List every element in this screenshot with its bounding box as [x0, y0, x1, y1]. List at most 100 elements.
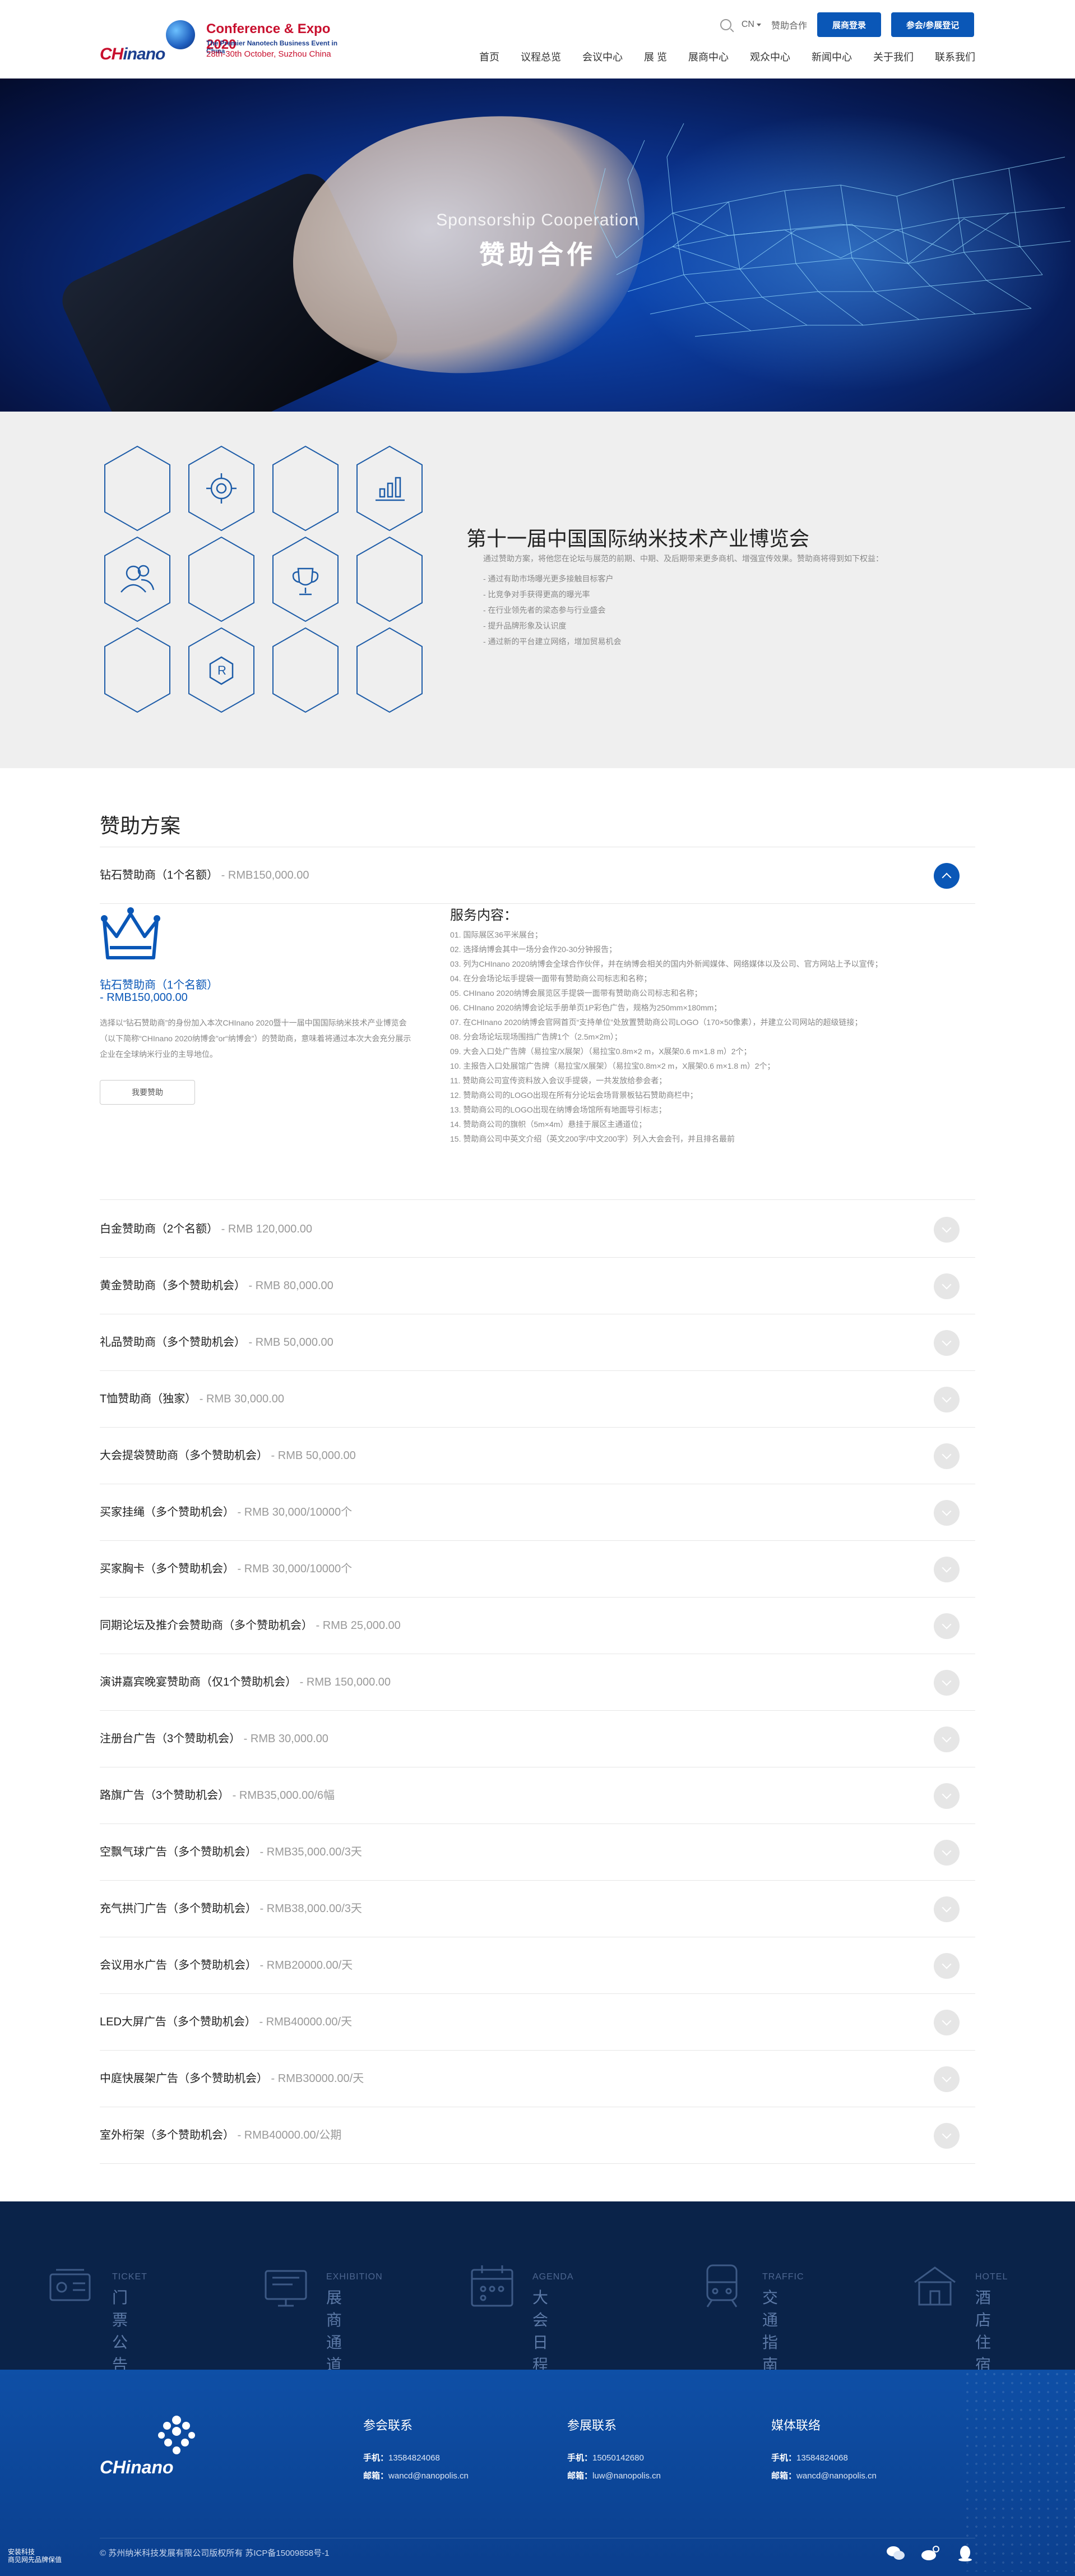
- sponsor-price: RMB40000.00/公期: [244, 2129, 342, 2141]
- expand-button[interactable]: [934, 1387, 960, 1412]
- expand-button[interactable]: [934, 2010, 960, 2035]
- email-link[interactable]: wancd@nanopolis.cn: [796, 2471, 877, 2481]
- expand-button[interactable]: [934, 1840, 960, 1866]
- expand-button[interactable]: [934, 1500, 960, 1526]
- chevron-down-icon: [942, 1506, 952, 1516]
- chevron-up-icon: [942, 872, 952, 883]
- wechat-icon[interactable]: [886, 2545, 906, 2561]
- email-link[interactable]: wancd@nanopolis.cn: [388, 2471, 469, 2481]
- nav-agenda[interactable]: 议程总览: [510, 47, 572, 67]
- footer-wordmark: CHinano: [100, 2457, 174, 2477]
- service-item: 13. 赞助商公司的LOGO出现在纳博会场馆所有地面导引标志；: [450, 1105, 666, 1114]
- trust-badge[interactable]: 安装科技 商见网先品牌保值: [8, 2548, 62, 2564]
- sponsor-row[interactable]: LED大屏广告（多个赞助机会） - RMB40000.00/天: [100, 1994, 975, 2051]
- service-item: 07. 在CHInano 2020纳博会官网首页“支持单位”处放置赞助商公司LO…: [450, 1018, 863, 1027]
- nav-home[interactable]: 首页: [469, 47, 510, 67]
- expand-button[interactable]: [934, 1783, 960, 1809]
- weibo-icon[interactable]: [920, 2545, 940, 2561]
- sponsor-row-diamond[interactable]: 钻石赞助商（1个名额） - RMB150,000.00: [100, 847, 975, 904]
- service-item: 03. 列为CHInano 2020纳博会全球合作伙伴，并在纳博会相关的国内外新…: [450, 959, 883, 968]
- email-link[interactable]: luw@nanopolis.cn: [592, 2471, 661, 2481]
- sponsor-price: RMB35,000.00/6幅: [239, 1789, 335, 1802]
- sponsor-row[interactable]: 充气拱门广告（多个赞助机会） - RMB38,000.00/3天: [100, 1881, 975, 1937]
- sponsor-price: RMB30000.00/天: [277, 2072, 364, 2085]
- sponsor-row[interactable]: 买家胸卡（多个赞助机会） - RMB 30,000/10000个: [100, 1541, 975, 1598]
- sponsor-name: 黄金赞助商（多个赞助机会）: [100, 1280, 245, 1292]
- sponsor-link[interactable]: 赞助合作: [771, 18, 807, 31]
- apply-sponsor-button[interactable]: 我要赞助: [100, 1080, 195, 1105]
- sponsor-price: RMB 150,000.00: [306, 1676, 391, 1688]
- sponsor-row[interactable]: T恤赞助商（独家） - RMB 30,000.00: [100, 1371, 975, 1428]
- services-title: 服务内容：: [450, 908, 517, 923]
- service-item: 14. 赞助商公司的旗帜（5m×4m）悬挂于展区主通道位；: [450, 1120, 647, 1129]
- benefit-item: - 通过有助市场曝光更多接触目标客户: [483, 574, 614, 583]
- expand-button[interactable]: [934, 1726, 960, 1752]
- sponsor-row[interactable]: 室外桁架（多个赞助机会） - RMB40000.00/公期: [100, 2107, 975, 2164]
- intro-description: 通过赞助方案，将他您在论坛与展范的前期、中期、及后期带来更多商机、增强宣传效果。…: [483, 554, 883, 563]
- expand-button[interactable]: [934, 1670, 960, 1696]
- sponsor-price: RMB 80,000.00: [255, 1280, 333, 1292]
- chevron-down-icon: [942, 1619, 952, 1629]
- service-item: 10. 主报告入口处展馆广告牌（易拉宝/X展架）（易拉宝0.8m×2 m，X展架…: [450, 1061, 775, 1070]
- expand-button[interactable]: [934, 1443, 960, 1469]
- chevron-down-icon: [942, 1676, 952, 1686]
- sponsor-row[interactable]: 演讲嘉宾晚宴赞助商（仅1个赞助机会） - RMB 150,000.00: [100, 1654, 975, 1711]
- nav-visitors[interactable]: 观众中心: [739, 47, 801, 67]
- sponsor-row[interactable]: 路旗广告（3个赞助机会） - RMB35,000.00/6幅: [100, 1767, 975, 1824]
- collapse-button[interactable]: [934, 863, 960, 889]
- footer-logo[interactable]: CHinano: [100, 2415, 212, 2477]
- chevron-down-icon: [942, 1959, 952, 1969]
- sponsor-row[interactable]: 白金赞助商（2个名额） - RMB 120,000.00: [100, 1201, 975, 1258]
- chevron-down-icon: [942, 1903, 952, 1913]
- expand-button[interactable]: [934, 1896, 960, 1922]
- expand-button[interactable]: [934, 1217, 960, 1243]
- nav-exhibition[interactable]: 展 览: [633, 47, 678, 67]
- chevron-down-icon: [942, 1336, 952, 1346]
- sponsor-row[interactable]: 中庭快展架广告（多个赞助机会） - RMB30000.00/天: [100, 2051, 975, 2107]
- site-logo[interactable]: CHinano Conference & Expo 2020 The Premi…: [100, 17, 346, 67]
- sponsor-row[interactable]: 黄金赞助商（多个赞助机会） - RMB 80,000.00: [100, 1258, 975, 1314]
- sponsor-row[interactable]: 礼品赞助商（多个赞助机会） - RMB 50,000.00: [100, 1314, 975, 1371]
- sponsor-price: RMB38,000.00/3天: [266, 1903, 362, 1915]
- sponsor-row[interactable]: 空飘气球广告（多个赞助机会） - RMB35,000.00/3天: [100, 1824, 975, 1881]
- language-selector[interactable]: CN: [742, 20, 761, 30]
- sponsor-name: 礼品赞助商（多个赞助机会）: [100, 1336, 245, 1349]
- agenda-icon: [471, 2265, 513, 2307]
- benefit-item: - 提升品牌形象及认识度: [483, 621, 567, 630]
- register-button[interactable]: 参会/参展登记: [891, 12, 974, 37]
- sponsor-name: 白金赞助商（2个名额）: [100, 1223, 219, 1235]
- detail-price: - RMB150,000.00: [100, 991, 188, 1004]
- chevron-down-icon: [942, 2016, 952, 2026]
- nav-about[interactable]: 关于我们: [863, 47, 924, 67]
- nav-contact[interactable]: 联系我们: [924, 47, 975, 67]
- sponsor-name: 空飘气球广告（多个赞助机会）: [100, 1846, 257, 1858]
- expand-button[interactable]: [934, 1613, 960, 1639]
- expand-button[interactable]: [934, 2066, 960, 2092]
- sponsor-price: RMB 30,000/10000个: [244, 1563, 353, 1575]
- sponsor-name: 大会提袋赞助商（多个赞助机会）: [100, 1449, 268, 1462]
- expand-button[interactable]: [934, 1557, 960, 1582]
- site-header: CHinano Conference & Expo 2020 The Premi…: [0, 0, 1075, 79]
- sponsor-row[interactable]: 会议用水广告（多个赞助机会） - RMB20000.00/天: [100, 1937, 975, 1994]
- qq-icon[interactable]: [955, 2545, 975, 2561]
- sponsor-row[interactable]: 注册台广告（3个赞助机会） - RMB 30,000.00: [100, 1711, 975, 1767]
- contact-exhibitor: 参展联系 手机：15050142680 邮箱：luw@nanopolis.cn: [567, 2418, 661, 2481]
- sponsor-row[interactable]: 同期论坛及推介会赞助商（多个赞助机会） - RMB 25,000.00: [100, 1598, 975, 1654]
- exhibitor-login-button[interactable]: 展商登录: [817, 12, 881, 37]
- sponsor-price: RMB40000.00/天: [266, 2016, 353, 2028]
- nav-news[interactable]: 新闻中心: [801, 47, 863, 67]
- sponsor-row[interactable]: 大会提袋赞助商（多个赞助机会） - RMB 50,000.00: [100, 1428, 975, 1484]
- expand-button[interactable]: [934, 2123, 960, 2149]
- expand-button[interactable]: [934, 1953, 960, 1979]
- benefit-hexagon-grid: R: [104, 445, 423, 713]
- top-utility-bar: CN 赞助合作 展商登录 参会/参展登记: [720, 12, 974, 37]
- sponsor-price: RMB 25,000.00: [322, 1619, 401, 1632]
- search-icon[interactable]: [720, 19, 731, 30]
- svg-text:R: R: [217, 663, 226, 677]
- nav-conference[interactable]: 会议中心: [572, 47, 633, 67]
- expand-button[interactable]: [934, 1273, 960, 1299]
- expand-button[interactable]: [934, 1330, 960, 1356]
- sponsor-row[interactable]: 买家挂绳（多个赞助机会） - RMB 30,000/10000个: [100, 1484, 975, 1541]
- exhibition-icon: [265, 2270, 307, 2307]
- nav-exhibitors[interactable]: 展商中心: [678, 47, 739, 67]
